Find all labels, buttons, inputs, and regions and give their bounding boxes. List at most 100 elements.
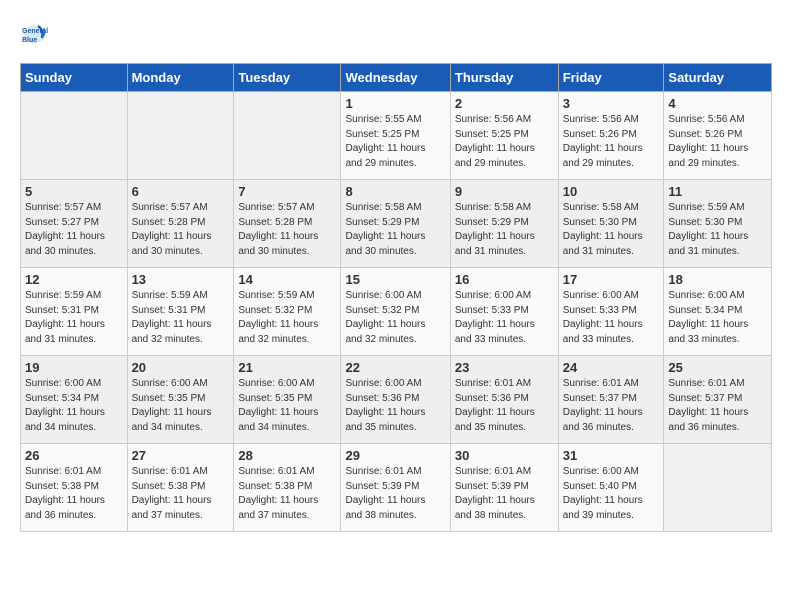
calendar-cell: 22 Sunrise: 6:00 AM Sunset: 5:36 PM Dayli… bbox=[341, 356, 450, 444]
weekday-header-tuesday: Tuesday bbox=[234, 64, 341, 92]
day-info: Sunrise: 5:58 AM Sunset: 5:29 PM Dayligh… bbox=[345, 201, 445, 259]
calendar-cell: 28 Sunrise: 6:01 AM Sunset: 5:38 PM Dayli… bbox=[234, 444, 341, 532]
calendar-cell: 23 Sunrise: 6:01 AM Sunset: 5:36 PM Dayli… bbox=[450, 356, 558, 444]
day-info: Sunrise: 5:58 AM Sunset: 5:29 PM Dayligh… bbox=[455, 201, 554, 259]
day-info: Sunrise: 5:56 AM Sunset: 5:26 PM Dayligh… bbox=[563, 113, 660, 171]
day-number: 7 bbox=[238, 184, 336, 199]
day-number: 16 bbox=[455, 272, 554, 287]
day-info: Sunrise: 6:01 AM Sunset: 5:37 PM Dayligh… bbox=[563, 377, 660, 435]
calendar-cell: 3 Sunrise: 5:56 AM Sunset: 5:26 PM Daylig… bbox=[558, 92, 664, 180]
day-info: Sunrise: 6:00 AM Sunset: 5:34 PM Dayligh… bbox=[668, 289, 767, 347]
calendar-cell bbox=[664, 444, 772, 532]
calendar-cell: 31Sunrise: 6:00 AM Sunset: 5:40 PM Dayli… bbox=[558, 444, 664, 532]
day-number: 1 bbox=[345, 96, 445, 111]
week-row-5: 26Sunrise: 6:01 AM Sunset: 5:38 PM Dayli… bbox=[21, 444, 772, 532]
calendar-cell: 24 Sunrise: 6:01 AM Sunset: 5:37 PM Dayli… bbox=[558, 356, 664, 444]
calendar-cell: 18 Sunrise: 6:00 AM Sunset: 5:34 PM Dayli… bbox=[664, 268, 772, 356]
day-number: 27 bbox=[132, 448, 230, 463]
day-info: Sunrise: 6:01 AM Sunset: 5:38 PM Dayligh… bbox=[132, 465, 230, 523]
calendar-cell bbox=[234, 92, 341, 180]
calendar-cell: 1 Sunrise: 5:55 AM Sunset: 5:25 PM Daylig… bbox=[341, 92, 450, 180]
page-header: General Blue bbox=[20, 20, 772, 48]
weekday-header-friday: Friday bbox=[558, 64, 664, 92]
day-info: Sunrise: 6:00 AM Sunset: 5:33 PM Dayligh… bbox=[455, 289, 554, 347]
day-info: Sunrise: 6:00 AM Sunset: 5:36 PM Dayligh… bbox=[345, 377, 445, 435]
calendar-cell: 17Sunrise: 6:00 AM Sunset: 5:33 PM Dayli… bbox=[558, 268, 664, 356]
calendar-cell: 10 Sunrise: 5:58 AM Sunset: 5:30 PM Dayli… bbox=[558, 180, 664, 268]
day-info: Sunrise: 6:00 AM Sunset: 5:34 PM Dayligh… bbox=[25, 377, 123, 435]
calendar-cell: 19 Sunrise: 6:00 AM Sunset: 5:34 PM Dayli… bbox=[21, 356, 128, 444]
day-info: Sunrise: 6:00 AM Sunset: 5:32 PM Dayligh… bbox=[345, 289, 445, 347]
day-number: 21 bbox=[238, 360, 336, 375]
calendar-table: SundayMondayTuesdayWednesdayThursdayFrid… bbox=[20, 63, 772, 532]
logo: General Blue bbox=[20, 20, 52, 48]
day-number: 12 bbox=[25, 272, 123, 287]
logo-icon: General Blue bbox=[20, 20, 48, 48]
day-number: 3 bbox=[563, 96, 660, 111]
day-number: 13 bbox=[132, 272, 230, 287]
day-info: Sunrise: 5:57 AM Sunset: 5:28 PM Dayligh… bbox=[238, 201, 336, 259]
day-number: 10 bbox=[563, 184, 660, 199]
day-number: 30 bbox=[455, 448, 554, 463]
calendar-cell: 6 Sunrise: 5:57 AM Sunset: 5:28 PM Daylig… bbox=[127, 180, 234, 268]
day-info: Sunrise: 5:55 AM Sunset: 5:25 PM Dayligh… bbox=[345, 113, 445, 171]
day-info: Sunrise: 6:00 AM Sunset: 5:35 PM Dayligh… bbox=[238, 377, 336, 435]
calendar-cell: 27 Sunrise: 6:01 AM Sunset: 5:38 PM Dayli… bbox=[127, 444, 234, 532]
calendar-cell: 25Sunrise: 6:01 AM Sunset: 5:37 PM Dayli… bbox=[664, 356, 772, 444]
day-number: 15 bbox=[345, 272, 445, 287]
day-number: 9 bbox=[455, 184, 554, 199]
calendar-cell: 9 Sunrise: 5:58 AM Sunset: 5:29 PM Daylig… bbox=[450, 180, 558, 268]
calendar-cell: 16 Sunrise: 6:00 AM Sunset: 5:33 PM Dayli… bbox=[450, 268, 558, 356]
week-row-4: 19 Sunrise: 6:00 AM Sunset: 5:34 PM Dayli… bbox=[21, 356, 772, 444]
day-info: Sunrise: 6:01 AM Sunset: 5:39 PM Dayligh… bbox=[455, 465, 554, 523]
day-info: Sunrise: 5:56 AM Sunset: 5:25 PM Dayligh… bbox=[455, 113, 554, 171]
day-info: Sunrise: 6:01 AM Sunset: 5:36 PM Dayligh… bbox=[455, 377, 554, 435]
day-info: Sunrise: 5:56 AM Sunset: 5:26 PM Dayligh… bbox=[668, 113, 767, 171]
calendar-cell: 4 Sunrise: 5:56 AM Sunset: 5:26 PM Daylig… bbox=[664, 92, 772, 180]
day-info: Sunrise: 6:00 AM Sunset: 5:35 PM Dayligh… bbox=[132, 377, 230, 435]
calendar-cell: 5 Sunrise: 5:57 AM Sunset: 5:27 PM Daylig… bbox=[21, 180, 128, 268]
day-number: 14 bbox=[238, 272, 336, 287]
svg-text:Blue: Blue bbox=[22, 37, 37, 44]
day-number: 18 bbox=[668, 272, 767, 287]
day-number: 20 bbox=[132, 360, 230, 375]
calendar-cell bbox=[21, 92, 128, 180]
calendar-cell: 26Sunrise: 6:01 AM Sunset: 5:38 PM Dayli… bbox=[21, 444, 128, 532]
calendar-cell: 21 Sunrise: 6:00 AM Sunset: 5:35 PM Dayli… bbox=[234, 356, 341, 444]
day-number: 29 bbox=[345, 448, 445, 463]
day-number: 28 bbox=[238, 448, 336, 463]
calendar-cell: 2 Sunrise: 5:56 AM Sunset: 5:25 PM Daylig… bbox=[450, 92, 558, 180]
weekday-header-row: SundayMondayTuesdayWednesdayThursdayFrid… bbox=[21, 64, 772, 92]
day-info: Sunrise: 5:57 AM Sunset: 5:27 PM Dayligh… bbox=[25, 201, 123, 259]
weekday-header-monday: Monday bbox=[127, 64, 234, 92]
day-number: 6 bbox=[132, 184, 230, 199]
calendar-cell: 29Sunrise: 6:01 AM Sunset: 5:39 PM Dayli… bbox=[341, 444, 450, 532]
day-number: 19 bbox=[25, 360, 123, 375]
day-number: 8 bbox=[345, 184, 445, 199]
day-number: 23 bbox=[455, 360, 554, 375]
day-number: 24 bbox=[563, 360, 660, 375]
calendar-cell: 15 Sunrise: 6:00 AM Sunset: 5:32 PM Dayli… bbox=[341, 268, 450, 356]
day-info: Sunrise: 5:59 AM Sunset: 5:30 PM Dayligh… bbox=[668, 201, 767, 259]
day-number: 5 bbox=[25, 184, 123, 199]
day-number: 4 bbox=[668, 96, 767, 111]
week-row-1: 1 Sunrise: 5:55 AM Sunset: 5:25 PM Daylig… bbox=[21, 92, 772, 180]
day-number: 25 bbox=[668, 360, 767, 375]
day-number: 2 bbox=[455, 96, 554, 111]
weekday-header-sunday: Sunday bbox=[21, 64, 128, 92]
day-info: Sunrise: 5:58 AM Sunset: 5:30 PM Dayligh… bbox=[563, 201, 660, 259]
calendar-cell: 8 Sunrise: 5:58 AM Sunset: 5:29 PM Daylig… bbox=[341, 180, 450, 268]
week-row-2: 5 Sunrise: 5:57 AM Sunset: 5:27 PM Daylig… bbox=[21, 180, 772, 268]
day-info: Sunrise: 6:01 AM Sunset: 5:38 PM Dayligh… bbox=[238, 465, 336, 523]
calendar-cell bbox=[127, 92, 234, 180]
calendar-cell: 13Sunrise: 5:59 AM Sunset: 5:31 PM Dayli… bbox=[127, 268, 234, 356]
weekday-header-thursday: Thursday bbox=[450, 64, 558, 92]
day-number: 11 bbox=[668, 184, 767, 199]
day-info: Sunrise: 5:59 AM Sunset: 5:31 PM Dayligh… bbox=[25, 289, 123, 347]
calendar-cell: 11 Sunrise: 5:59 AM Sunset: 5:30 PM Dayli… bbox=[664, 180, 772, 268]
day-info: Sunrise: 6:01 AM Sunset: 5:38 PM Dayligh… bbox=[25, 465, 123, 523]
day-number: 22 bbox=[345, 360, 445, 375]
calendar-cell: 14Sunrise: 5:59 AM Sunset: 5:32 PM Dayli… bbox=[234, 268, 341, 356]
day-info: Sunrise: 5:57 AM Sunset: 5:28 PM Dayligh… bbox=[132, 201, 230, 259]
day-number: 31 bbox=[563, 448, 660, 463]
